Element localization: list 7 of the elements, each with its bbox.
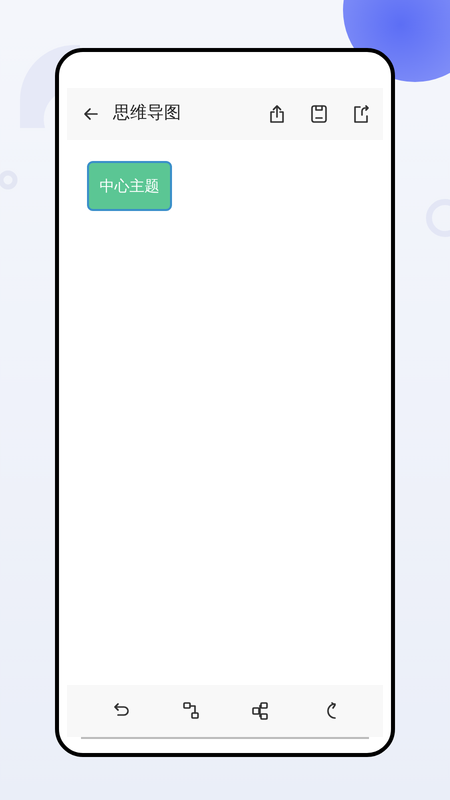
topic-node[interactable]: 中心主题 bbox=[87, 161, 172, 211]
share-button[interactable] bbox=[267, 104, 287, 124]
add-sibling-node-button[interactable] bbox=[250, 701, 270, 721]
page-title: 思维导图 bbox=[113, 102, 182, 126]
save-button[interactable] bbox=[309, 104, 329, 124]
export-button[interactable] bbox=[351, 104, 371, 124]
add-child-node-button[interactable] bbox=[180, 701, 200, 721]
